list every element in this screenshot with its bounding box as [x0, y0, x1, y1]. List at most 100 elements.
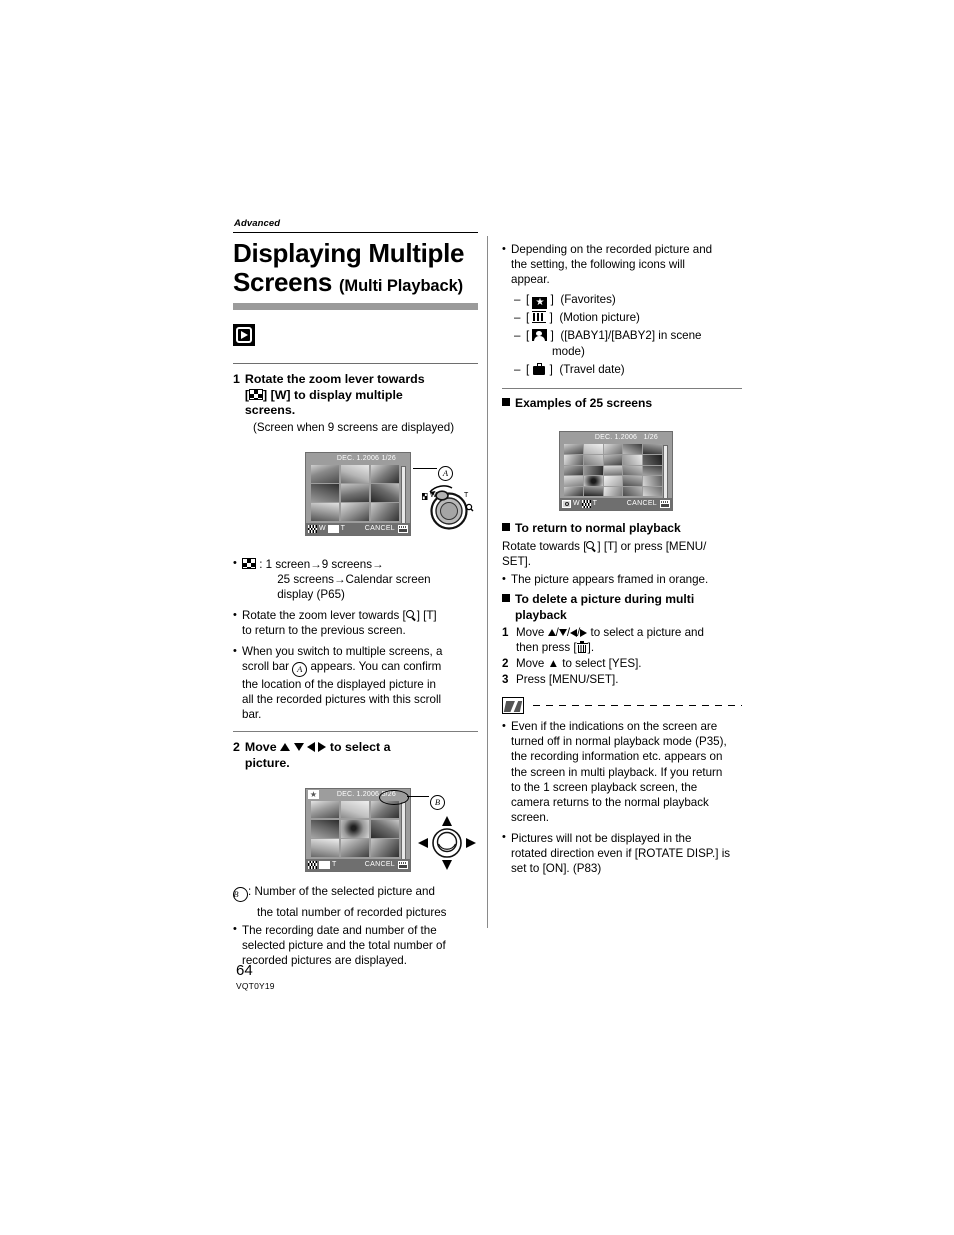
thumbnail-selected[interactable]	[340, 819, 370, 838]
right-column: Depending on the recorded picture and th…	[502, 241, 742, 882]
page-title-subtitle: (Multi Playback)	[339, 277, 464, 296]
figure-select-picture: ★ DEC. 1.2006 5/26 T CANCEL B	[233, 782, 478, 882]
zoom-t-label: T	[332, 860, 337, 868]
step-1: 1 Rotate the zoom lever towards [] [W] t…	[233, 372, 478, 419]
thumbnail[interactable]	[340, 464, 370, 483]
thumbnail[interactable]	[340, 484, 370, 502]
zoom-lever-diagram: W T	[422, 485, 474, 530]
arrow-left-icon	[570, 629, 578, 638]
multi-screen-icon-small	[308, 860, 317, 869]
bottom-bar-left: W T	[308, 523, 345, 535]
thumbnail[interactable]	[370, 819, 399, 838]
thumbnail[interactable]	[564, 476, 583, 486]
thumbnail[interactable]	[643, 455, 662, 465]
notes-list: Even if the indications on the screen ar…	[502, 719, 742, 876]
scroll-bar[interactable]	[663, 445, 668, 501]
camera-screen-25: DEC. 1.2006 1/26 W T CANCEL	[559, 431, 673, 512]
section-examples-label: Examples of 25 screens	[515, 396, 653, 410]
cancel-label: CANCEL	[626, 500, 657, 508]
thumbnail[interactable]	[370, 839, 399, 857]
thumbnail[interactable]	[340, 800, 370, 819]
note-recording-date: The recording date and number of the sel…	[233, 922, 478, 968]
thumbnail[interactable]	[311, 800, 340, 819]
scroll-bar[interactable]	[401, 801, 406, 861]
note1-l4: the screen in multi playback. If you ret…	[511, 765, 723, 779]
screen-bottom-bar: W T CANCEL	[560, 498, 672, 511]
bottom-bar-right: CANCEL	[365, 859, 408, 871]
step-2-number: 2	[233, 740, 240, 755]
thumbnail[interactable]	[623, 455, 643, 465]
thumbnail[interactable]	[643, 444, 662, 455]
thumbnail[interactable]	[623, 476, 643, 486]
thumbnail[interactable]	[370, 464, 399, 483]
scroll-note-l5: all the recorded pictures with this scro…	[242, 693, 442, 707]
delete-step-1-d: ].	[587, 641, 595, 655]
thumbnail[interactable]	[564, 486, 583, 497]
thumbnail[interactable]	[643, 465, 662, 476]
thumbnail[interactable]	[583, 486, 603, 497]
thumbnail[interactable]	[583, 465, 603, 476]
note-orange-frame: The picture appears framed in orange.	[502, 572, 742, 587]
thumbnail[interactable]	[623, 486, 643, 497]
legend-baby-label: ([BABY1]/[BABY2] in scene	[560, 328, 702, 342]
thumbnail[interactable]	[311, 484, 340, 502]
delete-step-2: 2 Move ▲ to select [YES].	[502, 656, 742, 671]
page-title: Displaying Multiple Screens (Multi Playb…	[233, 238, 478, 297]
thumbnail[interactable]	[340, 503, 370, 521]
legend-travel-date: [ ] (Travel date)	[512, 362, 742, 379]
thumbnail-grid-9	[311, 464, 399, 521]
return-instruction: Rotate towards [] [T] or press [MENU/ SE…	[502, 539, 742, 569]
thumbnail[interactable]	[370, 484, 399, 502]
camera-screen-9: DEC. 1.2006 1/26 W T CANCEL	[305, 451, 411, 536]
legend-favorites: [ ★ ] (Favorites)	[512, 292, 742, 310]
legend-motion-picture: [ ] (Motion picture)	[512, 310, 742, 327]
note-zoom-sequence: : 1 screen→9 screens→ 25 screens→Calenda…	[233, 556, 478, 602]
baby-icon	[532, 328, 548, 341]
note2-l3: set to [ON]. (P83)	[511, 861, 602, 875]
scroll-bar[interactable]	[401, 465, 406, 525]
thumbnail[interactable]	[370, 503, 399, 521]
thumbnail[interactable]	[564, 444, 583, 455]
thumbnail[interactable]	[623, 465, 643, 476]
multi-screen-icon-small	[308, 524, 317, 533]
section-examples-25: Examples of 25 screens	[502, 396, 742, 411]
return-prev-b: ] [T]	[416, 609, 437, 623]
thumbnail[interactable]	[311, 464, 340, 483]
thumbnail[interactable]	[603, 444, 623, 455]
thumbnail[interactable]	[340, 839, 370, 857]
thumbnail[interactable]	[603, 486, 623, 497]
zoom-slider-indicator[interactable]	[327, 524, 339, 533]
thumbnail[interactable]	[564, 465, 583, 476]
thumbnail[interactable]	[583, 455, 603, 465]
icon-legend-list: [ ★ ] (Favorites) [ ] (Motion picture) […	[512, 292, 742, 378]
manual-page: Advanced Displaying Multiple Screens (Mu…	[0, 0, 954, 1235]
screen-top-bar: DEC. 1.2006 1/26	[306, 453, 410, 464]
thumbnail[interactable]	[311, 503, 340, 521]
thumbnail[interactable]	[643, 486, 662, 497]
thumbnail[interactable]	[603, 476, 623, 486]
step-2-text-c: picture.	[244, 756, 290, 771]
left-column: Advanced Displaying Multiple Screens (Mu…	[233, 218, 478, 974]
thumbnail[interactable]	[311, 819, 340, 838]
arrow-down-icon	[558, 629, 567, 637]
section-kicker: Advanced	[234, 218, 281, 229]
legend-motion-label: (Motion picture)	[559, 311, 640, 325]
thumbnail[interactable]	[311, 839, 340, 857]
note-return-previous: Rotate the zoom lever towards [] [T] to …	[233, 608, 478, 638]
thumbnail[interactable]	[603, 455, 623, 465]
thumbnail[interactable]	[623, 444, 643, 455]
thumbnail[interactable]	[603, 465, 623, 476]
thumbnail[interactable]	[643, 476, 662, 486]
delete-step-1-c: then press [	[516, 641, 577, 655]
thumbnail[interactable]	[583, 476, 603, 486]
thumbnail[interactable]	[583, 444, 603, 455]
delete-icon	[576, 641, 588, 653]
screen-bottom-bar: T CANCEL	[306, 858, 410, 871]
scroll-note-l2: scroll bar	[242, 660, 293, 674]
bottom-bar-left: T	[308, 859, 336, 871]
zoom-slider-indicator[interactable]	[319, 860, 330, 869]
step2-rule	[233, 731, 478, 733]
zoom-t-label: T	[592, 500, 597, 508]
step2-notes-list: The recording date and number of the sel…	[233, 922, 478, 968]
thumbnail[interactable]	[564, 455, 583, 465]
